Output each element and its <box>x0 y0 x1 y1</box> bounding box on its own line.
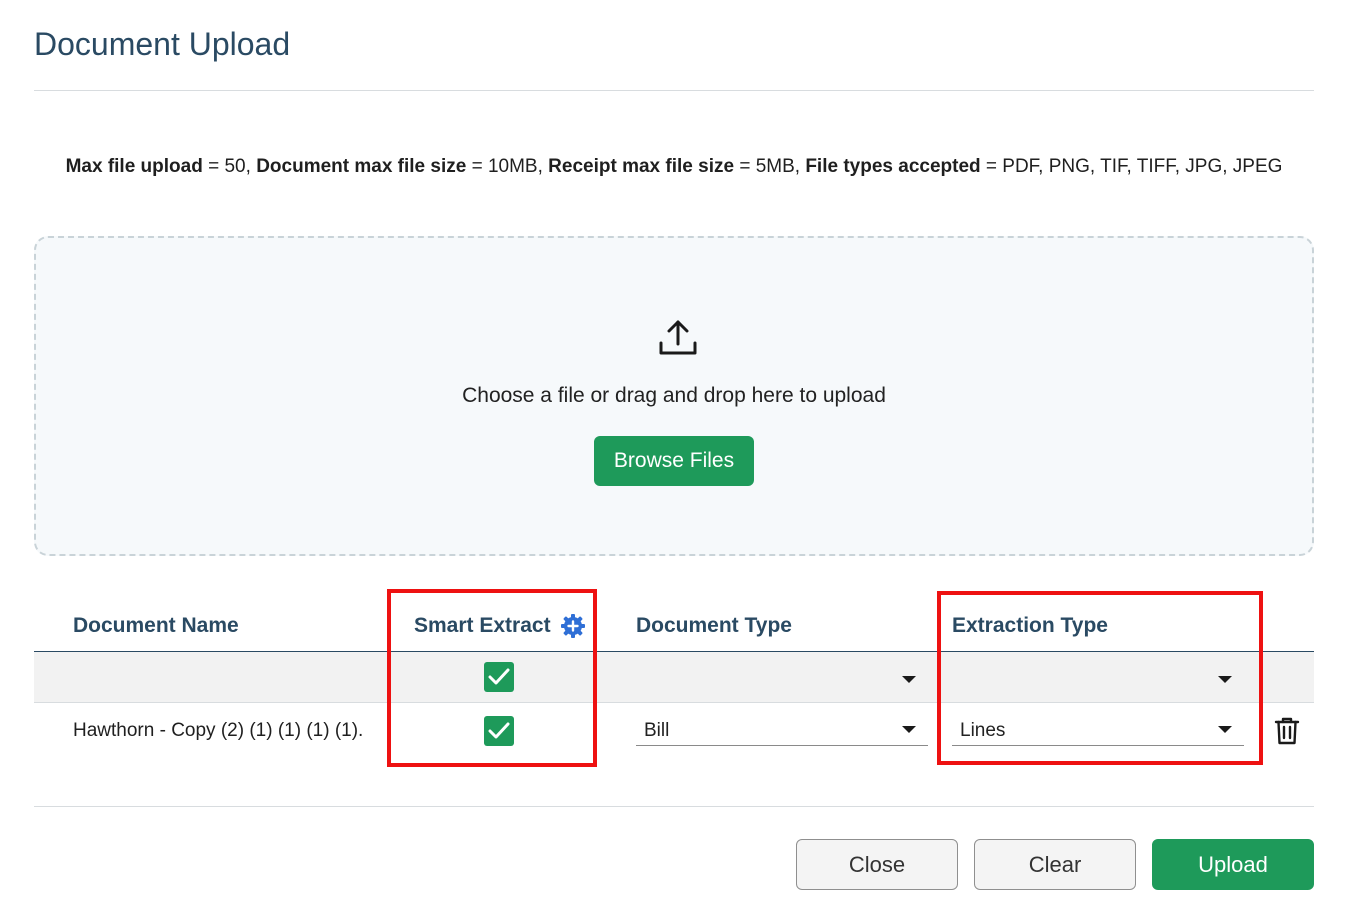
extraction-type-highlight <box>937 591 1263 765</box>
document-type-value: Bill <box>644 720 670 741</box>
upload-icon <box>659 320 697 355</box>
dropzone-text: Choose a file or drag and drop here to u… <box>462 384 886 407</box>
max-upload-value: = 50, <box>202 156 257 177</box>
chevron-down-icon <box>902 676 916 683</box>
bulk-document-type-select[interactable] <box>636 656 928 696</box>
smart-extract-highlight <box>387 589 597 767</box>
chevron-down-icon <box>902 726 916 733</box>
trash-icon[interactable] <box>1274 716 1300 746</box>
clear-button[interactable]: Clear <box>974 839 1136 890</box>
max-upload-label: Max file upload <box>65 156 203 177</box>
close-button[interactable]: Close <box>796 839 958 890</box>
document-name: Hawthorn - Copy (2) (1) (1) (1) (1). <box>73 720 364 741</box>
column-header-document-type: Document Type <box>636 614 792 637</box>
document-type-select[interactable]: Bill <box>636 706 928 746</box>
types-label: File types accepted <box>805 156 981 177</box>
receipt-size-label: Receipt max file size <box>548 156 735 177</box>
browse-files-button[interactable]: Browse Files <box>594 436 754 486</box>
types-value: = PDF, PNG, TIF, TIFF, JPG, JPEG <box>980 156 1283 177</box>
title-divider <box>34 90 1314 91</box>
doc-size-value: = 10MB, <box>466 156 549 177</box>
file-dropzone[interactable]: Choose a file or drag and drop here to u… <box>34 236 1314 556</box>
doc-size-label: Document max file size <box>256 156 467 177</box>
column-header-document-name: Document Name <box>73 614 239 637</box>
upload-limits: Max file upload = 50, Document max file … <box>34 156 1314 178</box>
upload-button[interactable]: Upload <box>1152 839 1314 890</box>
page-title: Document Upload <box>34 26 291 62</box>
footer-divider <box>34 806 1314 807</box>
receipt-size-value: = 5MB, <box>734 156 806 177</box>
